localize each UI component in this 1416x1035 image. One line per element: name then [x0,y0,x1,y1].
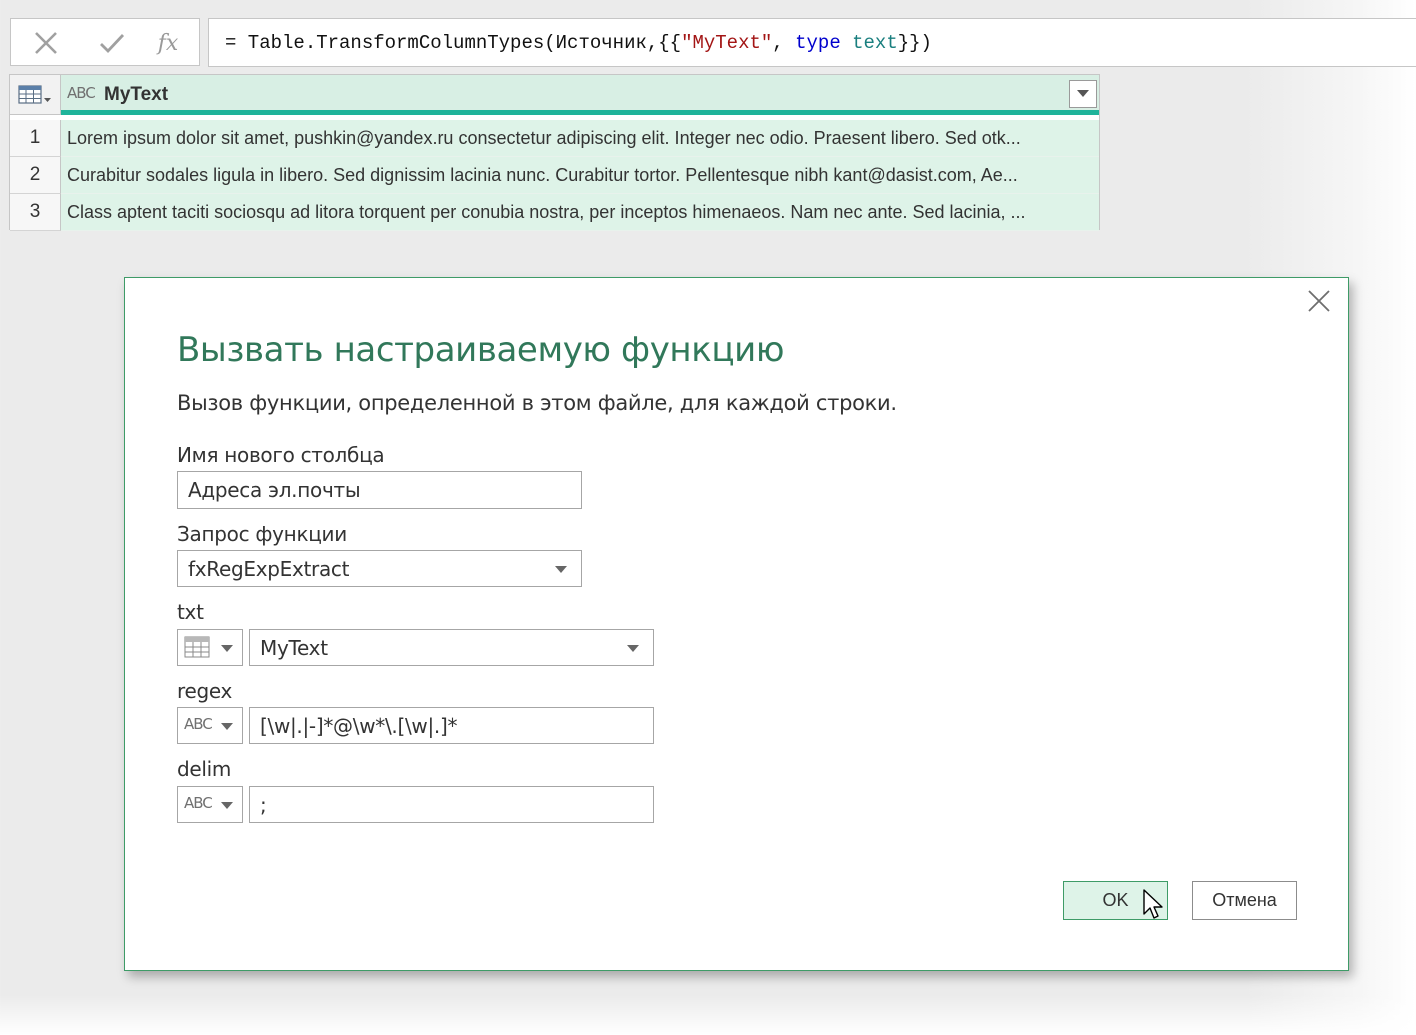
formula-type-name: text [852,32,898,54]
row-number[interactable]: 3 [10,194,61,231]
row-number[interactable]: 1 [10,120,61,157]
text-type-icon: ABC [184,794,213,812]
chevron-down-icon [221,644,233,652]
text-type-icon: ABC [184,715,213,733]
chevron-down-icon [221,722,233,730]
chevron-down-icon [555,565,567,573]
param-regex-type-button[interactable]: ABC [177,707,243,744]
param-delim-value: ; [260,792,267,817]
chevron-down-icon [627,644,639,652]
formula-prefix: = Table.TransformColumnTypes(Источник,{{ [225,32,682,54]
param-txt-type-button[interactable] [177,629,243,666]
formula-sep: , [772,32,796,54]
table-cell[interactable]: Lorem ipsum dolor sit amet, pushkin@yand… [61,120,1099,157]
row-number[interactable]: 2 [10,157,61,194]
param-regex-value: [\w|.|-]*@\w*\.[\w|.]* [260,713,458,738]
cancel-button[interactable]: Отмена [1192,881,1297,920]
close-icon[interactable] [1306,288,1332,314]
formula-input[interactable]: = Table.TransformColumnTypes(Источник,{{… [208,18,1416,67]
param-delim-type-button[interactable]: ABC [177,786,243,823]
text-type-icon[interactable]: ABC [67,84,96,102]
formula-column-string: "MyText" [681,32,773,54]
cancel-formula-icon[interactable] [29,27,63,59]
table-icon [184,636,210,663]
param-delim-label: delim [177,757,232,781]
invoke-custom-function-dialog: Вызвать настраиваемую функцию Вызов функ… [124,277,1349,971]
param-delim-input[interactable]: ; [249,786,654,823]
column-header-mytext[interactable]: ABC MyText [61,75,1099,115]
table-menu-icon[interactable] [10,75,61,115]
fx-icon[interactable]: fx [151,27,185,59]
function-query-select[interactable]: fxRegExpExtract [177,550,582,587]
dialog-description: Вызов функции, определенной в этом файле… [177,391,897,415]
formula-suffix: }}) [897,32,932,54]
table-row: 3 Class aptent taciti sociosqu ad litora… [10,194,1099,231]
function-query-label: Запрос функции [177,522,347,546]
column-filter-dropdown-icon[interactable] [1069,80,1097,108]
table-cell[interactable]: Class aptent taciti sociosqu ad litora t… [61,194,1099,231]
formula-bar-buttons: fx [10,18,200,66]
param-regex-input[interactable]: [\w|.|-]*@\w*\.[\w|.]* [249,707,654,744]
param-txt-label: txt [177,600,204,624]
new-column-name-input[interactable]: Адреса эл.почты [177,471,582,509]
table-row: 1 Lorem ipsum dolor sit amet, pushkin@ya… [10,120,1099,157]
param-txt-value: MyText [260,635,328,660]
confirm-formula-icon[interactable] [95,27,129,59]
chevron-down-icon [221,801,233,809]
ok-button[interactable]: OK [1063,881,1168,920]
new-column-name-value: Адреса эл.почты [188,478,361,502]
function-query-value: fxRegExpExtract [188,556,350,581]
table-row: 2 Curabitur sodales ligula in libero. Se… [10,157,1099,194]
formula-space [841,32,852,54]
param-regex-label: regex [177,679,233,703]
data-grid: ABC MyText 1 Lorem ipsum dolor sit amet,… [9,74,1100,231]
table-cell[interactable]: Curabitur sodales ligula in libero. Sed … [61,157,1099,194]
new-column-label: Имя нового столбца [177,443,385,467]
formula-keyword: type [795,32,841,54]
param-txt-select[interactable]: MyText [249,629,654,666]
dialog-title: Вызвать настраиваемую функцию [177,330,785,370]
column-name: MyText [104,84,169,105]
